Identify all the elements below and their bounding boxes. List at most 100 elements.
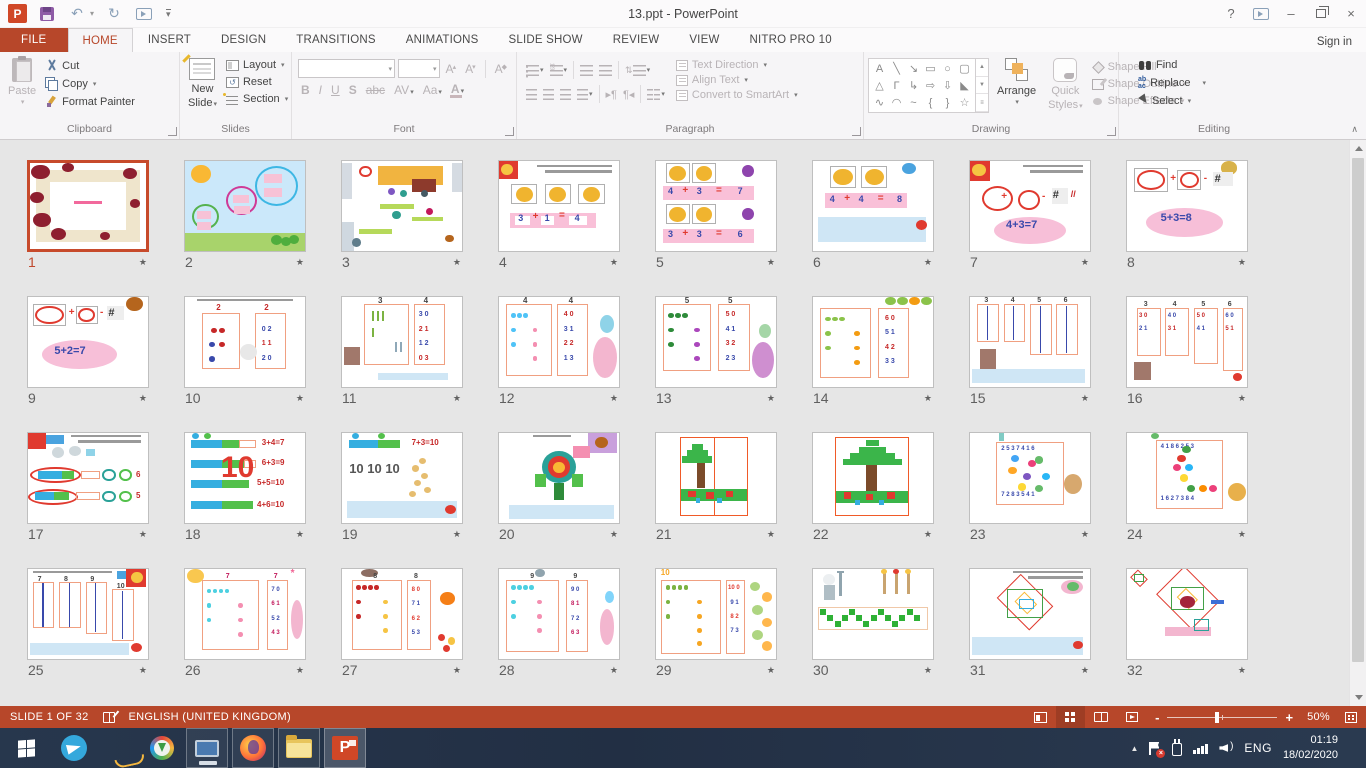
- normal-view-button[interactable]: [1025, 706, 1056, 728]
- slide-thumbnail-12[interactable]: 444 03 12 21 3: [498, 296, 620, 388]
- zoom-in-button[interactable]: +: [1285, 710, 1293, 725]
- animation-star-icon[interactable]: ★: [139, 257, 147, 268]
- shape-gallery-down-button[interactable]: ▼: [976, 77, 988, 95]
- power-icon[interactable]: [1172, 743, 1182, 756]
- text-shadow-button[interactable]: S: [346, 83, 360, 97]
- save-button[interactable]: [37, 4, 57, 24]
- animation-star-icon[interactable]: ★: [767, 529, 775, 540]
- arc-icon[interactable]: ◠: [888, 94, 905, 111]
- cut-button[interactable]: Cut: [42, 58, 138, 73]
- replace-button[interactable]: abacReplace▾: [1135, 75, 1209, 91]
- right-to-left-button[interactable]: ¶◂: [620, 86, 637, 103]
- animation-star-icon[interactable]: ★: [139, 393, 147, 404]
- tab-home[interactable]: HOME: [68, 28, 133, 52]
- animation-star-icon[interactable]: ★: [1081, 257, 1089, 268]
- elbow-arrow-icon[interactable]: ↳: [905, 77, 922, 94]
- tab-animations[interactable]: ANIMATIONS: [391, 28, 494, 52]
- clear-formatting-button[interactable]: A◆: [492, 62, 510, 76]
- clipboard-dialog-launcher[interactable]: [168, 127, 177, 136]
- slide-thumbnail-9[interactable]: +-#5+2=7: [27, 296, 149, 388]
- left-to-right-button[interactable]: ▸¶: [603, 86, 620, 103]
- proofing-button[interactable]: [103, 712, 115, 723]
- curve-icon[interactable]: ~: [905, 94, 922, 111]
- strikethrough-button[interactable]: abc: [363, 83, 388, 97]
- fit-slide-to-window-button[interactable]: [1336, 706, 1366, 728]
- slide-thumbnail-23[interactable]: 2 5 3 7 4 1 67 2 8 3 5 4 1: [969, 432, 1091, 524]
- text-direction-button[interactable]: Text Direction▾: [676, 59, 798, 71]
- section-button[interactable]: Section▾: [223, 92, 291, 106]
- slide-show-button[interactable]: [1117, 706, 1147, 728]
- slide-thumbnail-4[interactable]: +=314: [498, 160, 620, 252]
- font-size-combo[interactable]: ▾: [398, 59, 440, 78]
- animation-star-icon[interactable]: ★: [924, 665, 932, 676]
- help-button[interactable]: ?: [1216, 0, 1246, 27]
- elbow-icon[interactable]: Γ: [888, 77, 905, 94]
- animation-star-icon[interactable]: ★: [610, 529, 618, 540]
- slide-thumbnail-3[interactable]: [341, 160, 463, 252]
- taskbar-explorer-button[interactable]: [278, 728, 320, 768]
- align-left-button[interactable]: [523, 87, 540, 102]
- animation-star-icon[interactable]: ★: [1081, 393, 1089, 404]
- font-name-combo[interactable]: ▾: [298, 59, 395, 78]
- animation-star-icon[interactable]: ★: [924, 257, 932, 268]
- customize-qat-button[interactable]: ▾: [166, 9, 171, 18]
- slide-thumbnail-14[interactable]: 6 05 14 23 3: [812, 296, 934, 388]
- oval-icon[interactable]: ○: [939, 60, 956, 77]
- quick-styles-button[interactable]: QuickStyles▾: [1042, 54, 1088, 117]
- tab-nitro-pro-10[interactable]: NITRO PRO 10: [735, 28, 847, 52]
- animation-star-icon[interactable]: ★: [610, 393, 618, 404]
- animation-star-icon[interactable]: ★: [924, 393, 932, 404]
- paste-button[interactable]: Paste▾: [2, 54, 42, 112]
- left-brace-icon[interactable]: {: [922, 94, 939, 111]
- close-button[interactable]: ×: [1336, 0, 1366, 27]
- slide-thumbnail-5[interactable]: 4+3=73+3=6: [655, 160, 777, 252]
- animation-star-icon[interactable]: ★: [1238, 393, 1246, 404]
- animation-star-icon[interactable]: ★: [1238, 529, 1246, 540]
- drawing-dialog-launcher[interactable]: [1107, 127, 1116, 136]
- zoom-slider-thumb[interactable]: [1215, 712, 1219, 723]
- animation-star-icon[interactable]: ★: [453, 665, 461, 676]
- slide-thumbnail-13[interactable]: 555 04 13 22 3: [655, 296, 777, 388]
- vertical-scrollbar[interactable]: [1349, 140, 1366, 706]
- language-indicator[interactable]: ENGLISH (UNITED KINGDOM): [129, 711, 291, 723]
- slide-thumbnail-15[interactable]: 3456: [969, 296, 1091, 388]
- tab-design[interactable]: DESIGN: [206, 28, 281, 52]
- animation-star-icon[interactable]: ★: [139, 665, 147, 676]
- undo-button[interactable]: ↶: [67, 4, 87, 24]
- scroll-up-button[interactable]: [1350, 140, 1366, 157]
- slide-thumbnail-28[interactable]: 999 08 17 26 3: [498, 568, 620, 660]
- arrange-button[interactable]: Arrange▾: [991, 54, 1042, 112]
- find-button[interactable]: Find: [1135, 58, 1209, 72]
- tab-slide-show[interactable]: SLIDE SHOW: [494, 28, 598, 52]
- animation-star-icon[interactable]: ★: [1238, 257, 1246, 268]
- taskbar-firefox-button[interactable]: [232, 728, 274, 768]
- slide-thumbnail-10[interactable]: 220 21 12 0: [184, 296, 306, 388]
- slide-thumbnail-16[interactable]: 34563 04 05 06 02 13 14 15 1: [1126, 296, 1248, 388]
- slide-thumbnail-20[interactable]: [498, 432, 620, 524]
- slide-thumbnail-27[interactable]: 888 07 16 25 3: [341, 568, 463, 660]
- undo-dropdown[interactable]: ▾: [90, 9, 94, 18]
- animation-star-icon[interactable]: ★: [767, 665, 775, 676]
- animation-star-icon[interactable]: ★: [610, 257, 618, 268]
- tab-review[interactable]: REVIEW: [598, 28, 675, 52]
- right-brace-icon[interactable]: }: [939, 94, 956, 111]
- animation-star-icon[interactable]: ★: [139, 529, 147, 540]
- shape-gallery-up-button[interactable]: ▲: [976, 59, 988, 77]
- bullets-button[interactable]: ▾: [523, 63, 547, 78]
- reset-button[interactable]: ↺Reset: [223, 75, 291, 89]
- collapse-ribbon-button[interactable]: ∧: [1351, 124, 1358, 135]
- action-center-icon[interactable]: ×: [1149, 742, 1161, 755]
- tab-transitions[interactable]: TRANSITIONS: [281, 28, 391, 52]
- animation-star-icon[interactable]: ★: [1081, 529, 1089, 540]
- shape-gallery-more-button[interactable]: ≡: [976, 94, 988, 112]
- slide-thumbnail-24[interactable]: 4 1 8 6 2 5 31 6 2 7 3 8 4: [1126, 432, 1248, 524]
- slide-thumbnail-19[interactable]: 7+3=1010 10 10: [341, 432, 463, 524]
- taskbar-powerpoint-button[interactable]: P: [324, 728, 366, 768]
- sign-in-link[interactable]: Sign in: [1317, 36, 1366, 52]
- italic-button[interactable]: I: [316, 83, 325, 97]
- slide-thumbnail-22[interactable]: [812, 432, 934, 524]
- taskbar-rdp-button[interactable]: [186, 728, 228, 768]
- slide-sorter-view-button[interactable]: [1056, 706, 1085, 728]
- taskbar-telegram-button[interactable]: [53, 728, 95, 768]
- animation-star-icon[interactable]: ★: [453, 529, 461, 540]
